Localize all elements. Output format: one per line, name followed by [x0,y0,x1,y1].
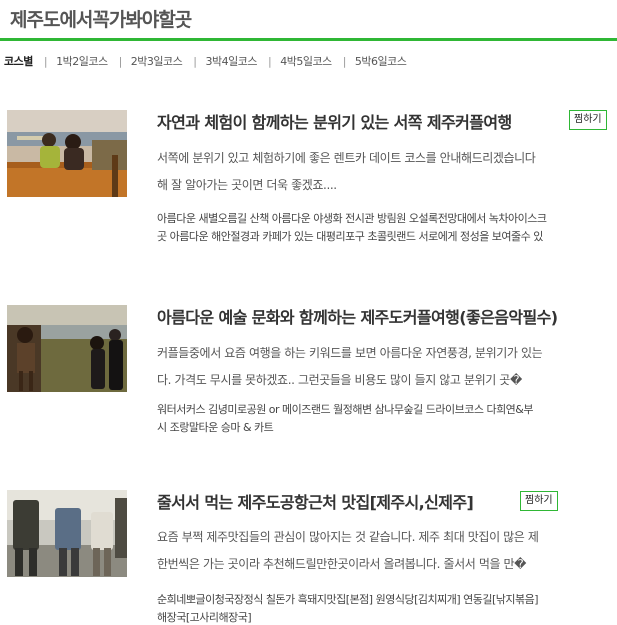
course-description: 서쪽에 분위기 있고 체험하기에 좋은 렌트카 데이트 코스를 안내해드리겠습니… [157,145,617,199]
nav-item-5n6d[interactable]: 5박6일코스 [355,53,407,69]
course-title[interactable]: 줄서서 먹는 제주도공항근처 맛집[제주시,신제주] [157,489,474,513]
page-header: 제주도에서꼭가봐야할곳 [0,0,617,41]
page-title: 제주도에서꼭가봐야할곳 [10,9,192,31]
nav-item-2n3d[interactable]: 2박3일코스 [131,53,183,69]
restaurant-queue-image [7,490,127,577]
course-thumbnail[interactable] [7,110,127,197]
spot-list-line[interactable]: 순희네뽀글이청국장정식 칠돈가 흑돼지맛집[본점] 원영식당[김치찌개] 연동길… [157,591,617,609]
description-line: 해 잘 알아가는 곳이면 더욱 좋겠죠.... [157,178,337,192]
course-thumbnail[interactable] [7,305,127,392]
course-thumbnail[interactable] [7,490,127,577]
description-line: 다. 가격도 무시를 못하겠죠.. 그런곳들을 비용도 많이 들지 않고 분위기… [157,373,522,387]
nav-item-3n4d[interactable]: 3박4일코스 [206,53,258,69]
spot-list-line[interactable]: 시 조랑말타운 승마 & 카트 [157,419,617,437]
title-divider [0,38,617,41]
nav-item-4n5d[interactable]: 4박5일코스 [280,53,332,69]
course-filter-nav: 코스별 | 1박2일코스 | 2박3일코스 | 3박4일코스 | 4박5일코스 … [4,53,407,69]
spot-list-line[interactable]: 해장국[고사리해장국] [157,609,617,625]
spot-list: 순희네뽀글이청국장정식 칠돈가 흑돼지맛집[본점] 원영식당[김치찌개] 연동길… [157,591,617,625]
course-description: 요즘 부쩍 제주맛집들의 관심이 많아지는 것 같습니다. 제주 최대 맛집이 … [157,524,617,578]
couple-bench-sunset-image [7,110,127,197]
nav-separator: | [342,54,347,68]
nav-item-by-course[interactable]: 코스별 [4,53,33,69]
nav-separator: | [267,54,272,68]
description-line: 커플들중에서 요즘 여행을 하는 키워드를 보면 아름다운 자연풍경, 분위기가… [157,346,543,360]
spot-list: 워터서커스 김녕미로공원 or 메이즈랜드 월정해변 삼나무숲길 드라이브코스 … [157,401,617,437]
spot-list: 아름다운 새별오름길 산책 아름다운 야생화 전시관 방림원 오설록전망대에서 … [157,210,617,246]
nav-separator: | [193,54,197,68]
zzim-button[interactable]: 찜하기 [520,491,558,511]
description-line: 한번씩은 가는 곳이라 추천해드릴만한곳이라서 올려봅니다. 줄서서 먹을 만� [157,557,527,571]
nav-separator: | [118,54,123,68]
zzim-button[interactable]: 찜하기 [569,110,607,130]
course-title[interactable]: 아름다운 예술 문화와 함께하는 제주도커플여행(좋은음악필수) [157,304,558,328]
spot-list-line[interactable]: 워터서커스 김녕미로공원 or 메이즈랜드 월정해변 삼나무숲길 드라이브코스 … [157,401,617,419]
nav-separator: | [43,54,48,68]
couple-horse-field-image [7,305,127,392]
spot-list-line[interactable]: 곳 아름다운 해안절경과 카페가 있는 대평리포구 초콜릿랜드 서로에게 정성을… [157,228,617,246]
nav-item-1n2d[interactable]: 1박2일코스 [56,53,108,69]
description-line: 서쪽에 분위기 있고 체험하기에 좋은 렌트카 데이트 코스를 안내해드리겠습니… [157,151,536,165]
course-title[interactable]: 자연과 체험이 함께하는 분위기 있는 서쪽 제주커플여행 [157,109,512,133]
description-line: 요즘 부쩍 제주맛집들의 관심이 많아지는 것 같습니다. 제주 최대 맛집이 … [157,530,539,544]
spot-list-line[interactable]: 아름다운 새별오름길 산책 아름다운 야생화 전시관 방림원 오설록전망대에서 … [157,210,617,228]
course-description: 커플들중에서 요즘 여행을 하는 키워드를 보면 아름다운 자연풍경, 분위기가… [157,340,617,394]
